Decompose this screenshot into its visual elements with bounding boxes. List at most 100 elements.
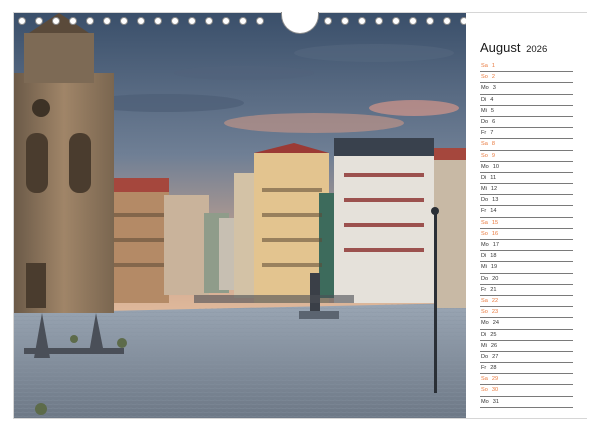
weekday-label: So bbox=[481, 230, 488, 237]
calendar-photo bbox=[14, 13, 466, 418]
weekday-label: Sa bbox=[481, 219, 488, 226]
day-row: Do 6 bbox=[480, 117, 573, 129]
day-number: 1 bbox=[491, 63, 495, 69]
ring-hole bbox=[120, 17, 128, 25]
month-year: 2026 bbox=[526, 44, 548, 55]
day-number: 7 bbox=[490, 130, 494, 137]
ring-hole bbox=[443, 17, 451, 25]
day-row: Fr 28 bbox=[480, 363, 573, 375]
weekday-label: Sa bbox=[481, 63, 488, 69]
day-number: 30 bbox=[491, 387, 499, 394]
weekday-label: So bbox=[481, 309, 488, 316]
weekday-label: Mo bbox=[481, 320, 489, 327]
ring-hole bbox=[222, 17, 230, 25]
day-row: So 23 bbox=[480, 307, 573, 319]
weekday-label: Fr bbox=[481, 208, 487, 215]
weekday-label: Mo bbox=[481, 163, 489, 170]
weekday-label: Fr bbox=[481, 286, 487, 293]
day-row: Di 25 bbox=[480, 330, 573, 341]
day-row: So 30 bbox=[480, 385, 573, 397]
day-number: 24 bbox=[492, 320, 500, 327]
day-row: Mo 24 bbox=[480, 318, 573, 330]
day-row: Mo 3 bbox=[480, 83, 573, 95]
day-number: 18 bbox=[490, 253, 497, 260]
weekday-label: Sa bbox=[481, 297, 488, 304]
day-number: 21 bbox=[490, 286, 497, 293]
ring-hole bbox=[256, 17, 264, 25]
day-row: Fr 7 bbox=[480, 128, 573, 140]
day-number: 26 bbox=[490, 342, 498, 349]
day-number: 16 bbox=[491, 230, 499, 237]
day-number: 4 bbox=[490, 96, 494, 103]
ring-hole bbox=[35, 17, 43, 25]
ring-hole bbox=[154, 17, 162, 25]
day-number: 23 bbox=[491, 309, 499, 316]
day-number: 9 bbox=[491, 152, 495, 159]
weekday-label: Sa bbox=[481, 141, 488, 148]
day-row: Mo 10 bbox=[480, 162, 573, 173]
day-number: 20 bbox=[492, 275, 499, 282]
day-number: 27 bbox=[492, 353, 499, 360]
weekday-label: So bbox=[481, 74, 488, 81]
day-row: Di 11 bbox=[480, 173, 573, 185]
day-number: 5 bbox=[490, 107, 495, 114]
weekday-label: So bbox=[481, 152, 488, 159]
weekday-label: Do bbox=[481, 275, 489, 282]
weekday-label: Mo bbox=[481, 398, 489, 405]
day-number: 8 bbox=[491, 141, 495, 148]
weekday-label: Di bbox=[481, 253, 487, 260]
ring-hole bbox=[392, 17, 400, 25]
day-row: Sa 29 bbox=[480, 374, 573, 386]
day-row: Sa 15 bbox=[480, 218, 573, 229]
day-number: 17 bbox=[492, 242, 500, 248]
ring-hole bbox=[188, 17, 196, 25]
day-row: Mo 31 bbox=[480, 397, 573, 408]
day-number: 29 bbox=[491, 376, 499, 383]
ring-hole bbox=[103, 17, 111, 25]
weekday-label: Fr bbox=[481, 365, 487, 372]
weekday-label: Mi bbox=[481, 107, 487, 114]
weekday-label: Di bbox=[481, 96, 487, 103]
day-row: Mi 5 bbox=[480, 106, 573, 117]
day-number: 19 bbox=[490, 264, 498, 271]
ring-hole bbox=[52, 17, 60, 25]
day-number: 28 bbox=[490, 365, 497, 372]
day-row: Sa 22 bbox=[480, 296, 573, 308]
weekday-label: Mi bbox=[481, 264, 487, 271]
day-row: Mi 19 bbox=[480, 262, 573, 274]
ring-hole bbox=[171, 17, 179, 25]
day-row: Fr 21 bbox=[480, 285, 573, 296]
weekday-label: Di bbox=[481, 174, 487, 181]
day-row: So 16 bbox=[480, 229, 573, 240]
day-number: 15 bbox=[491, 219, 499, 226]
day-row: Di 18 bbox=[480, 251, 573, 263]
ring-hole bbox=[426, 17, 434, 25]
day-row: Do 27 bbox=[480, 352, 573, 364]
ring-hole bbox=[137, 17, 145, 25]
day-number: 25 bbox=[490, 331, 497, 338]
day-number: 12 bbox=[490, 186, 498, 193]
day-number: 13 bbox=[492, 197, 499, 204]
day-number: 22 bbox=[491, 297, 499, 304]
day-row: Mi 12 bbox=[480, 184, 573, 196]
weekday-label: Sa bbox=[481, 376, 488, 383]
weekday-label: Fr bbox=[481, 130, 487, 137]
month-title: August 2026 bbox=[480, 40, 547, 55]
ring-hole bbox=[341, 17, 349, 25]
day-row: Sa 1 bbox=[480, 61, 573, 73]
day-row: So 9 bbox=[480, 151, 573, 162]
day-row: Sa 8 bbox=[480, 139, 573, 151]
day-number: 3 bbox=[492, 85, 496, 92]
weekday-label: So bbox=[481, 387, 488, 394]
ring-hole bbox=[409, 17, 417, 25]
day-number: 31 bbox=[492, 398, 500, 405]
ring-hole bbox=[324, 17, 332, 25]
day-row: Fr 14 bbox=[480, 206, 573, 218]
day-number: 2 bbox=[491, 74, 495, 81]
weekday-label: Di bbox=[481, 331, 487, 338]
day-number: 14 bbox=[490, 208, 497, 215]
weekday-label: Do bbox=[481, 118, 489, 125]
day-number: 11 bbox=[490, 174, 497, 181]
day-row: Mo 17 bbox=[480, 240, 573, 252]
ring-hole bbox=[86, 17, 94, 25]
